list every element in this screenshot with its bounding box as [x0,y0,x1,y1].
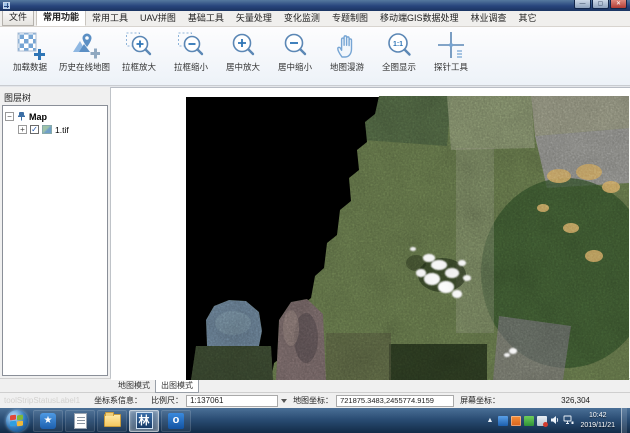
tab-common-tools[interactable]: 常用工具 [86,9,134,26]
show-desktop-button[interactable] [621,408,627,433]
tab-other[interactable]: 其它 [512,9,542,26]
tab-uav-mosaic[interactable]: UAV拼图 [134,9,182,26]
pushpin-icon [17,111,26,123]
scale-label: 比例尺： [151,395,183,406]
app-grid-icon [3,2,10,9]
maximize-button[interactable]: ▢ [592,0,609,9]
tray-orange-app-icon[interactable] [511,416,521,426]
tab-thematic-mapping[interactable]: 专题制图 [326,9,374,26]
screen-coordinate-value: 326,304 [561,396,590,405]
layer-panel-title: 图层树 [0,87,110,106]
start-button[interactable] [6,410,28,432]
layer-thumbnail-icon [42,125,52,134]
layer-visibility-checkbox[interactable]: ✓ [30,125,39,134]
notepad-icon [74,413,87,429]
map-mode-tab-strip: 地图模式 出图模式 [0,378,630,392]
svg-text:1:1: 1:1 [393,41,403,48]
tab-mobile-gis-data[interactable]: 移动端GIS数据处理 [374,9,465,26]
star-app-icon: ★ [40,413,56,429]
crs-info-label: 坐标系信息： [94,395,142,406]
tree-layer-label: 1.tif [55,125,69,135]
load-data-icon [15,30,45,60]
layer-panel: 图层树 − Map + ✓ [0,87,111,378]
minimize-button[interactable]: — [574,0,591,9]
load-data-button[interactable]: 加载数据 [4,28,56,85]
tab-vector-processing[interactable]: 矢量处理 [230,9,278,26]
tray-green-app-icon[interactable] [524,416,534,426]
taskbar-clock[interactable]: 10:42 2019/11/21 [580,411,615,429]
network-icon[interactable] [563,412,574,430]
history-online-map-label: 历史在线地图 [59,61,110,73]
box-zoom-out-icon [176,30,206,60]
system-tray: ▲ 10:42 2019/11/21 [487,408,630,433]
title-bar: — ▢ ✕ [0,0,630,11]
status-bar: toolStripStatusLabel1 坐标系信息： 比例尺： 1:1370… [0,392,630,408]
screen-coordinate-label: 屏幕坐标： [460,395,500,406]
load-data-label: 加载数据 [13,61,47,73]
box-zoom-in-icon [124,30,154,60]
probe-tool-button[interactable]: 探针工具 [425,28,477,85]
map-canvas[interactable] [111,87,630,378]
taskbar-app-explorer[interactable] [97,410,127,432]
scale-combobox[interactable]: 1:137061 [186,395,278,407]
main-area: 图层树 − Map + ✓ [0,86,630,378]
full-extent-icon: 1:1 [384,30,414,60]
taskbar-app-notepad[interactable] [65,410,95,432]
volume-icon[interactable] [550,412,560,430]
center-zoom-out-label: 居中缩小 [278,61,312,73]
close-button[interactable]: ✕ [610,0,627,9]
satellite-imagery [111,88,629,380]
center-zoom-in-icon [228,30,258,60]
probe-tool-label: 探针工具 [434,61,468,73]
tree-layer-row[interactable]: + ✓ 1.tif [5,123,105,136]
probe-tool-icon [436,30,466,60]
box-zoom-out-label: 拉框缩小 [174,61,208,73]
action-center-flag-icon[interactable] [537,416,547,426]
tree-root-row[interactable]: − Map [5,110,105,123]
tab-change-monitoring[interactable]: 变化监测 [278,9,326,26]
tab-forestry-survey[interactable]: 林业调查 [464,9,512,26]
hidden-icons-arrow[interactable]: ▲ [487,417,494,424]
collapse-icon[interactable]: − [5,112,14,121]
pan-hand-icon [332,30,362,60]
folder-icon [104,414,121,427]
center-zoom-out-button[interactable]: 居中缩小 [269,28,321,85]
full-extent-button[interactable]: 1:1 全图显示 [373,28,425,85]
application-window: — ▢ ✕ 文件 常用功能 常用工具 UAV拼图 基础工具 矢量处理 变化监测 … [0,0,630,433]
history-online-map-button[interactable]: 历史在线地图 [56,28,113,85]
expand-icon[interactable]: + [18,125,27,134]
center-zoom-out-icon [280,30,310,60]
tab-basic-tools[interactable]: 基础工具 [182,9,230,26]
clock-date: 2019/11/21 [580,421,615,430]
toolbar: 加载数据 历史在线地图 [0,27,630,86]
status-placeholder-label: toolStripStatusLabel1 [4,396,80,405]
layer-tree: − Map + ✓ 1.tif [2,105,108,376]
box-zoom-out-button[interactable]: 拉框缩小 [165,28,217,85]
box-zoom-in-button[interactable]: 拉框放大 [113,28,165,85]
map-coordinate-label: 地图坐标： [293,395,333,406]
taskbar-app-o[interactable]: o [161,410,191,432]
center-zoom-in-button[interactable]: 居中放大 [217,28,269,85]
scale-dropdown-icon[interactable] [281,399,287,403]
map-pan-button[interactable]: 地图漫游 [321,28,373,85]
taskbar-app-star[interactable]: ★ [33,410,63,432]
taskbar-app-forestry-gis[interactable]: 林 [129,410,159,432]
map-coordinate-value: 721875.3483,2455774.9159 [336,395,454,407]
tree-root-label: Map [29,112,47,122]
tab-map-mode[interactable]: 地图模式 [113,379,155,392]
full-extent-label: 全图显示 [382,61,416,73]
box-zoom-in-label: 拉框放大 [122,61,156,73]
forest-app-icon: 林 [136,412,153,429]
ribbon-tab-strip: 文件 常用功能 常用工具 UAV拼图 基础工具 矢量处理 变化监测 专题制图 移… [0,11,630,27]
map-pan-label: 地图漫游 [330,61,364,73]
windows-taskbar: ★ 林 o ▲ [0,408,630,433]
clock-time: 10:42 [580,411,615,420]
tray-blue-app-icon[interactable] [498,416,508,426]
tab-layout-mode[interactable]: 出图模式 [155,378,199,393]
o-app-icon: o [168,413,184,429]
center-zoom-in-label: 居中放大 [226,61,260,73]
history-online-map-icon [70,30,100,60]
